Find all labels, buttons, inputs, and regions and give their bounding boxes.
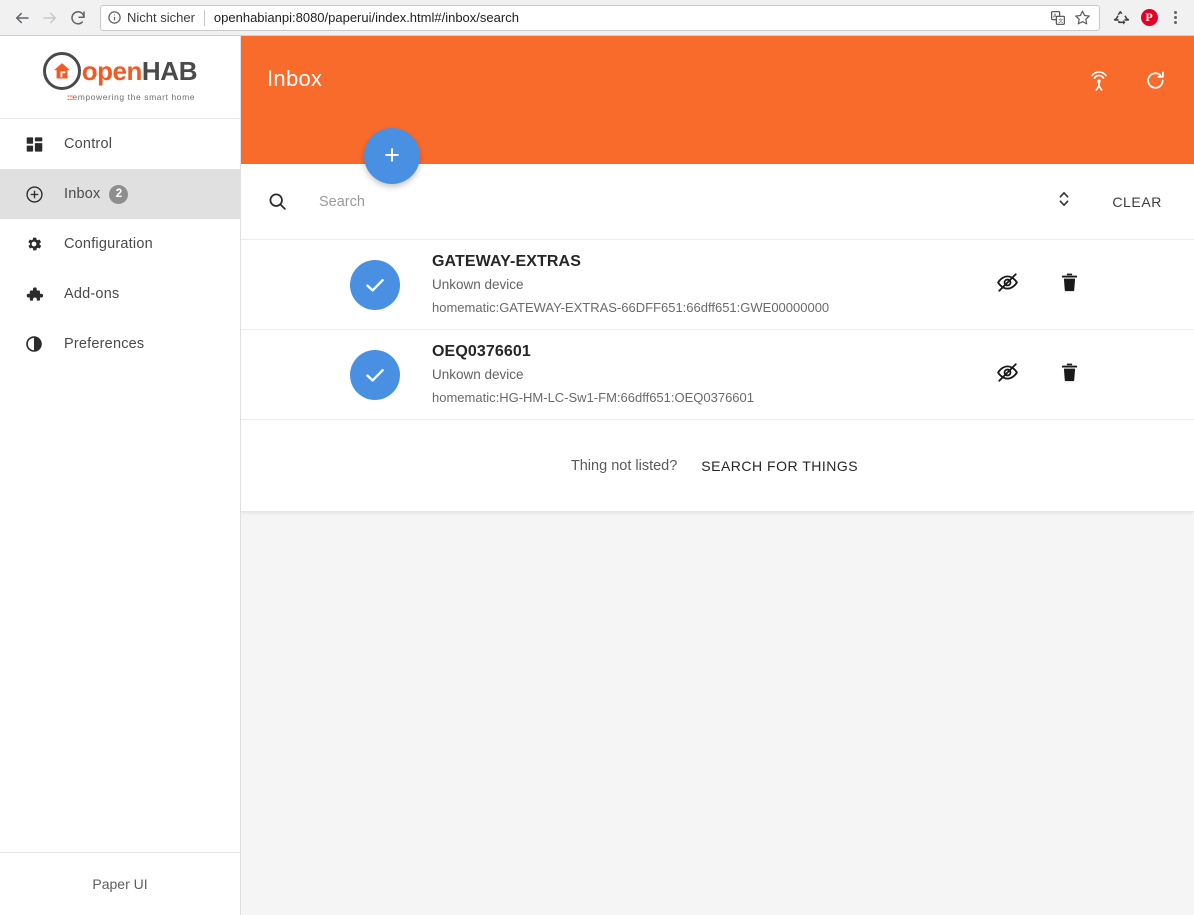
openhab-logo[interactable]: open HAB :::empowering the smart home <box>0 36 240 119</box>
sort-updown-icon <box>1056 188 1072 215</box>
refresh-icon <box>1144 69 1167 97</box>
thing-title: GATEWAY-EXTRAS <box>432 253 581 271</box>
search-icon <box>267 191 297 212</box>
sidebar-footer-label: Paper UI <box>92 876 148 892</box>
search-input[interactable] <box>317 192 1051 211</box>
url-text: openhabianpi:8080/paperui/index.html#/in… <box>213 10 519 25</box>
pinterest-extension-button[interactable]: P <box>1136 5 1162 31</box>
logo-open-text: open <box>81 56 143 86</box>
plus-icon: + <box>384 139 400 170</box>
scan-for-things-button[interactable] <box>1084 68 1114 98</box>
reload-icon <box>69 9 87 27</box>
puzzle-piece-icon <box>22 285 46 304</box>
openhab-house-logo-icon <box>42 52 81 90</box>
sidebar-item-addons[interactable]: Add-ons <box>0 269 240 319</box>
thing-not-listed-label: Thing not listed? <box>570 457 678 474</box>
trash-icon <box>1059 272 1080 298</box>
sidebar: open HAB :::empowering the smart home Co… <box>0 36 241 915</box>
sort-button[interactable] <box>1050 187 1078 217</box>
omnibox-divider <box>203 9 205 26</box>
eye-off-icon <box>996 361 1019 389</box>
app-header: Inbox + <box>241 36 1194 184</box>
svg-text:A: A <box>1053 13 1057 19</box>
forward-button[interactable] <box>36 4 64 32</box>
application-root: open HAB :::empowering the smart home Co… <box>0 36 1194 915</box>
star-icon[interactable] <box>1071 7 1093 29</box>
thing-info: GATEWAY-EXTRAS Unkown device homematic:G… <box>432 252 994 316</box>
thing-info: OEQ0376601 Unkown device homematic:HG-HM… <box>432 342 994 406</box>
sidebar-item-label: Add-ons <box>64 286 120 302</box>
refresh-button[interactable] <box>1140 68 1170 98</box>
ignore-thing-button[interactable] <box>994 272 1020 298</box>
clear-button[interactable]: CLEAR <box>1104 188 1170 216</box>
search-for-things-button[interactable]: SEARCH FOR THINGS <box>695 452 864 480</box>
browser-extension-actions: P <box>1108 5 1186 31</box>
table-row[interactable]: OEQ0376601 Unkown device homematic:HG-HM… <box>241 330 1194 420</box>
add-thing-fab[interactable]: + <box>364 128 420 184</box>
thing-subtitle: Unkown device <box>432 277 524 293</box>
sidebar-item-configuration[interactable]: Configuration <box>0 219 240 269</box>
plus-circle-icon <box>22 185 46 204</box>
address-bar[interactable]: Nicht sicher openhabianpi:8080/paperui/i… <box>100 4 1100 31</box>
main-content: Inbox + Search CLEAR GATEWAY-EXTRAS Unko… <box>241 36 1194 915</box>
sidebar-nav: Control Inbox 2 Configuration Add-ons Pr… <box>0 119 240 852</box>
delete-thing-button[interactable] <box>1056 272 1082 298</box>
thing-uid: homematic:GATEWAY-EXTRAS-66DFF651:66dff6… <box>432 300 830 316</box>
reload-button[interactable] <box>64 4 92 32</box>
page-title: Inbox <box>267 66 323 91</box>
inbox-count-badge: 2 <box>109 184 129 204</box>
check-circle-icon[interactable] <box>350 349 400 400</box>
thing-title: OEQ0376601 <box>432 343 531 361</box>
sidebar-footer: Paper UI <box>0 852 240 915</box>
thing-row-actions <box>994 272 1082 298</box>
contrast-circle-icon <box>22 335 46 353</box>
check-circle-icon[interactable] <box>350 259 400 310</box>
browser-toolbar: Nicht sicher openhabianpi:8080/paperui/i… <box>0 0 1194 36</box>
forward-arrow-icon <box>41 9 59 27</box>
pinterest-icon: P <box>1140 9 1158 26</box>
omnibox-actions: A 文 <box>1047 7 1093 29</box>
sidebar-item-label: Preferences <box>64 336 145 352</box>
sidebar-item-preferences[interactable]: Preferences <box>0 319 240 369</box>
logo-tagline: :::empowering the smart home <box>67 92 195 102</box>
table-row[interactable]: GATEWAY-EXTRAS Unkown device homematic:G… <box>241 240 1194 330</box>
inbox-card: CLEAR GATEWAY-EXTRAS Unkown device homem… <box>241 164 1194 512</box>
thing-uid: homematic:HG-HM-LC-Sw1-FM:66dff651:OEQ03… <box>432 390 754 406</box>
sidebar-item-label: Inbox <box>64 186 101 202</box>
trash-icon <box>1059 362 1080 388</box>
broadcast-antenna-icon <box>1087 69 1111 98</box>
app-header-actions <box>1084 68 1170 98</box>
ignore-thing-button[interactable] <box>994 362 1020 388</box>
logo-tagline-text: empowering the smart home <box>72 92 196 102</box>
dashboard-grid-icon <box>22 136 46 153</box>
back-arrow-icon <box>13 9 31 27</box>
three-dot-menu-icon[interactable] <box>1164 6 1186 30</box>
translate-icon[interactable]: A 文 <box>1047 7 1069 29</box>
security-status-label: Nicht sicher <box>127 10 195 25</box>
svg-text:文: 文 <box>1058 17 1063 24</box>
sidebar-item-control[interactable]: Control <box>0 119 240 169</box>
site-info-icon[interactable] <box>107 10 122 25</box>
inbox-thing-list: GATEWAY-EXTRAS Unkown device homematic:G… <box>241 240 1194 420</box>
recycle-extension-icon[interactable] <box>1108 5 1134 31</box>
gear-icon <box>22 235 46 253</box>
thing-not-listed-row: Thing not listed? SEARCH FOR THINGS <box>241 420 1194 511</box>
sidebar-item-inbox[interactable]: Inbox 2 <box>0 169 240 219</box>
sidebar-item-label: Control <box>64 136 113 152</box>
thing-subtitle: Unkown device <box>432 367 524 383</box>
eye-off-icon <box>996 271 1019 299</box>
sidebar-item-label: Configuration <box>64 236 153 252</box>
thing-row-actions <box>994 362 1082 388</box>
delete-thing-button[interactable] <box>1056 362 1082 388</box>
back-button[interactable] <box>8 4 36 32</box>
logo-hab-text: HAB <box>141 56 198 86</box>
